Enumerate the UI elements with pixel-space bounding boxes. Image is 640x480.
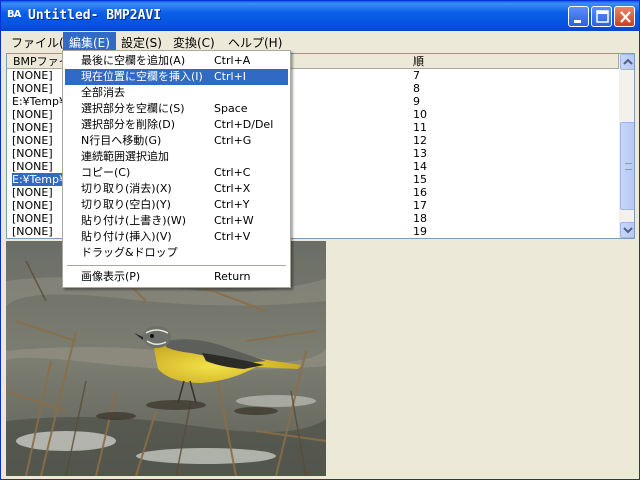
menu-item-shortcut: Ctrl+I	[214, 70, 247, 83]
close-button[interactable]	[614, 6, 635, 27]
menu-item-append-blank[interactable]: 最後に空欄を追加(A) Ctrl+A	[65, 53, 288, 69]
cell-file: [NONE]	[12, 212, 53, 225]
menu-settings[interactable]: 設定(S)	[115, 32, 168, 50]
menu-item-shortcut: Ctrl+W	[214, 214, 254, 227]
chevron-down-icon	[623, 227, 633, 234]
cell-order: 10	[413, 108, 427, 121]
menu-convert[interactable]: 変換(C)	[167, 32, 221, 50]
menu-item-shortcut: Ctrl+A	[214, 54, 251, 67]
cell-order: 18	[413, 212, 427, 225]
cell-order: 17	[413, 199, 427, 212]
scroll-up-button[interactable]	[620, 54, 634, 70]
cell-file: [NONE]	[12, 134, 53, 147]
menu-item-label: 連続範囲選択追加	[81, 150, 169, 163]
menu-item-shortcut: Space	[214, 102, 248, 115]
menu-item-show-image[interactable]: 画像表示(P) Return	[65, 269, 288, 285]
menu-item-range-select[interactable]: 連続範囲選択追加	[65, 149, 288, 165]
menu-item-label: コピー(C)	[81, 166, 131, 179]
cell-order: 16	[413, 186, 427, 199]
menu-item-label: 切り取り(空白)(Y)	[81, 198, 171, 211]
menu-item-clear-all[interactable]: 全部消去	[65, 85, 288, 101]
cell-order: 12	[413, 134, 427, 147]
cell-order: 13	[413, 147, 427, 160]
menu-item-label: 現在位置に空欄を挿入(I)	[81, 70, 203, 83]
scroll-down-button[interactable]	[620, 222, 634, 238]
cell-file: [NONE]	[12, 186, 53, 199]
app-icon: BA	[7, 9, 21, 20]
menu-item-shortcut: Return	[214, 270, 251, 283]
vertical-scrollbar[interactable]	[619, 54, 634, 238]
menu-item-goto-row[interactable]: N行目へ移動(G) Ctrl+G	[65, 133, 288, 149]
menu-item-shortcut: Ctrl+Y	[214, 198, 250, 211]
menu-item-copy[interactable]: コピー(C) Ctrl+C	[65, 165, 288, 181]
grip-icon	[625, 163, 632, 170]
cell-file: [NONE]	[12, 147, 53, 160]
menu-separator	[67, 265, 286, 266]
column-header-order[interactable]: 順	[407, 54, 619, 69]
title-bar[interactable]: BA Untitled- BMP2AVI	[1, 1, 639, 31]
maximize-button[interactable]	[591, 6, 612, 27]
menu-item-label: 貼り付け(上書き)(W)	[81, 214, 187, 227]
cell-file: [NONE]	[12, 108, 53, 121]
cell-file: [NONE]	[12, 225, 53, 238]
scroll-thumb[interactable]	[620, 122, 634, 210]
menu-item-label: 選択部分を空欄に(S)	[81, 102, 185, 115]
edit-menu-dropdown: 最後に空欄を追加(A) Ctrl+A 現在位置に空欄を挿入(I) Ctrl+I 全部…	[62, 50, 291, 288]
cell-order: 7	[413, 69, 420, 82]
menu-item-shortcut: Ctrl+D/Del	[214, 118, 274, 131]
menu-item-cut-blank[interactable]: 切り取り(空白)(Y) Ctrl+Y	[65, 197, 288, 213]
cell-file: [NONE]	[12, 199, 53, 212]
menu-edit[interactable]: 編集(E)	[63, 32, 116, 50]
menu-bar: ファイル(F) 編集(E) 設定(S) 変換(C) ヘルプ(H)	[1, 31, 639, 50]
cell-file: E:¥Temp¥	[12, 95, 66, 108]
column-header-file[interactable]: BMPファイ	[7, 54, 67, 69]
menu-item-cut-delete[interactable]: 切り取り(消去)(X) Ctrl+X	[65, 181, 288, 197]
menu-item-shortcut: Ctrl+G	[214, 134, 252, 147]
chevron-up-icon	[623, 58, 633, 65]
menu-item-paste-overwrite[interactable]: 貼り付け(上書き)(W) Ctrl+W	[65, 213, 288, 229]
cell-file: E:¥Temp¥	[12, 173, 68, 186]
cell-order: 19	[413, 225, 427, 238]
menu-item-shortcut: Ctrl+V	[214, 230, 251, 243]
menu-item-label: 切り取り(消去)(X)	[81, 182, 172, 195]
app-window: BA Untitled- BMP2AVI ファイル(F) 編集(E) 設定(S)…	[0, 0, 640, 480]
minimize-icon	[574, 20, 581, 23]
menu-item-drag-drop[interactable]: ドラッグ&ドロップ	[65, 245, 288, 261]
menu-item-label: N行目へ移動(G)	[81, 134, 162, 147]
menu-item-delete-selection[interactable]: 選択部分を削除(D) Ctrl+D/Del	[65, 117, 288, 133]
cell-order: 9	[413, 95, 420, 108]
cell-file: [NONE]	[12, 121, 53, 134]
maximize-icon	[596, 10, 609, 23]
menu-item-label: 画像表示(P)	[81, 270, 141, 283]
menu-item-paste-insert[interactable]: 貼り付け(挿入)(V) Ctrl+V	[65, 229, 288, 245]
cell-file: [NONE]	[12, 82, 53, 95]
menu-item-blank-selection[interactable]: 選択部分を空欄に(S) Space	[65, 101, 288, 117]
menu-item-shortcut: Ctrl+X	[214, 182, 251, 195]
menu-help[interactable]: ヘルプ(H)	[222, 32, 288, 50]
menu-item-label: 貼り付け(挿入)(V)	[81, 230, 172, 243]
close-icon	[620, 11, 631, 23]
menu-item-label: 選択部分を削除(D)	[81, 118, 176, 131]
minimize-button[interactable]	[568, 6, 589, 27]
menu-item-label: 全部消去	[81, 86, 125, 99]
menu-item-insert-blank[interactable]: 現在位置に空欄を挿入(I) Ctrl+I	[65, 69, 288, 85]
menu-item-label: 最後に空欄を追加(A)	[81, 54, 186, 67]
menu-item-label: ドラッグ&ドロップ	[81, 246, 178, 259]
cell-file: [NONE]	[12, 160, 53, 173]
cell-order: 11	[413, 121, 427, 134]
window-title: Untitled- BMP2AVI	[28, 8, 162, 23]
cell-order: 15	[413, 173, 427, 186]
cell-order: 14	[413, 160, 427, 173]
menu-item-shortcut: Ctrl+C	[214, 166, 251, 179]
cell-order: 8	[413, 82, 420, 95]
cell-file: [NONE]	[12, 69, 53, 82]
